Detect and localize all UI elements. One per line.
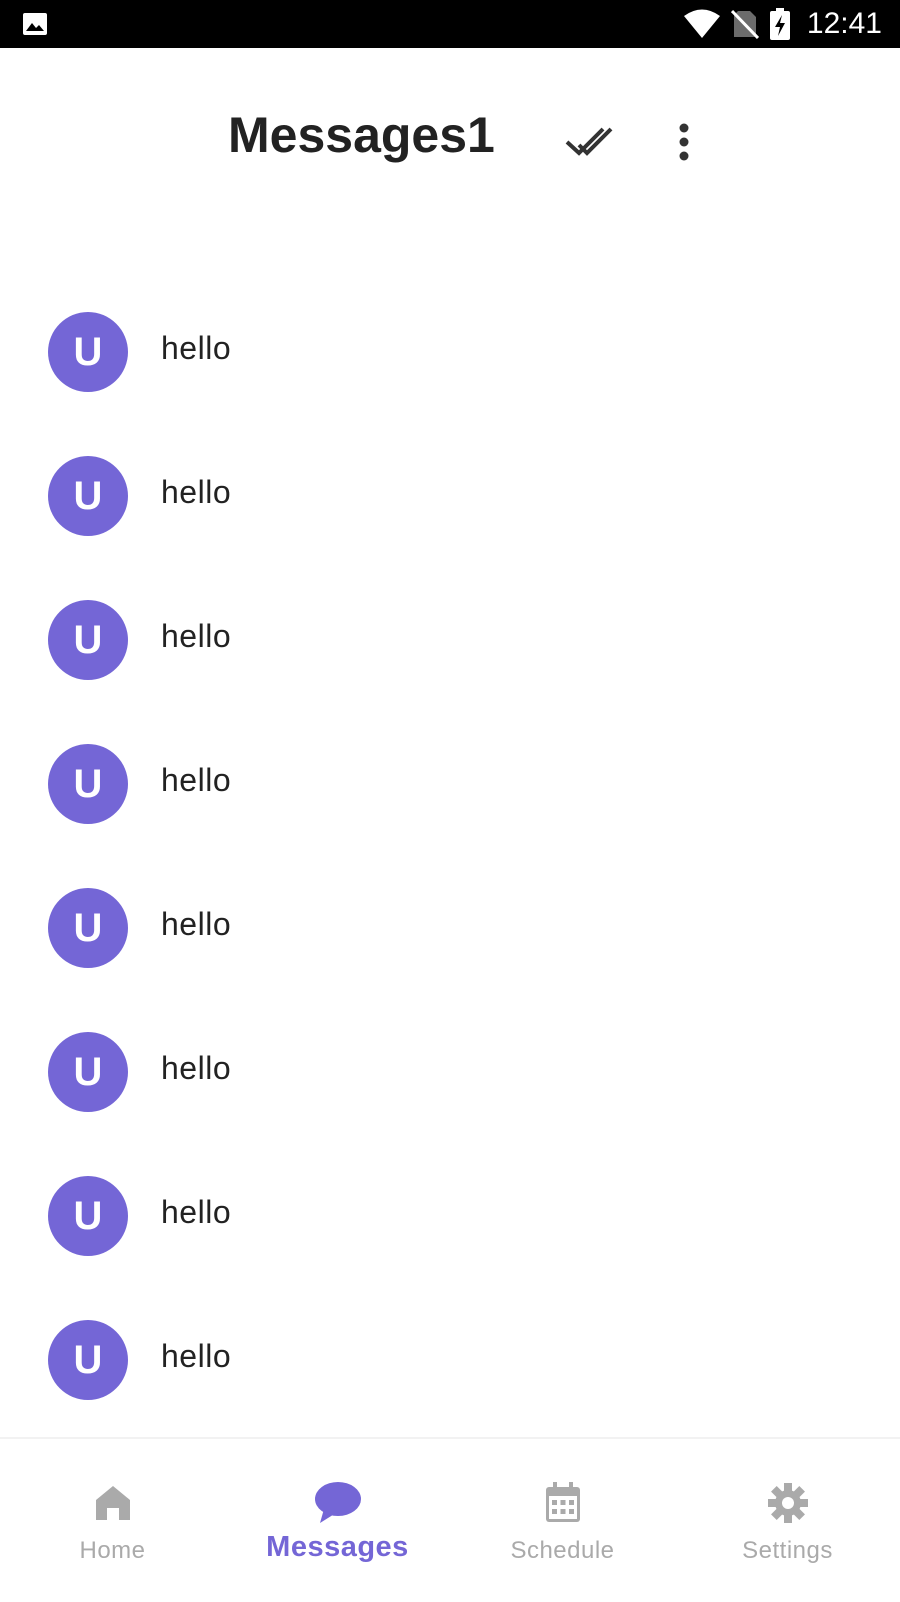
- avatar: U: [48, 312, 128, 392]
- message-text: hello: [161, 330, 232, 366]
- bottom-nav: Home Messages Schedule Settings: [0, 1437, 900, 1600]
- nav-item-settings[interactable]: Settings: [675, 1439, 900, 1602]
- message-list: U hello U hello U hello U hello U hello …: [0, 280, 900, 1432]
- nav-label-home: Home: [79, 1537, 146, 1564]
- message-item[interactable]: U hello: [0, 856, 900, 1000]
- mark-all-read-button[interactable]: [562, 120, 618, 164]
- avatar: U: [48, 1032, 128, 1112]
- status-icons: 12:41: [683, 0, 882, 48]
- home-icon: [95, 1486, 130, 1520]
- image-icon: [23, 13, 47, 35]
- message-item[interactable]: U hello: [0, 568, 900, 712]
- message-text: hello: [161, 474, 232, 510]
- nav-label-schedule: Schedule: [510, 1537, 615, 1564]
- nav-label-settings: Settings: [742, 1537, 833, 1564]
- no-sim-icon: [730, 9, 759, 39]
- page-title: Messages1: [228, 107, 495, 163]
- chat-bubble-icon: [314, 1482, 361, 1523]
- nav-item-schedule[interactable]: Schedule: [450, 1439, 675, 1602]
- wifi-icon: [683, 9, 720, 38]
- double-check-icon: [565, 127, 613, 156]
- avatar: U: [48, 744, 128, 824]
- message-item[interactable]: U hello: [0, 1288, 900, 1432]
- app-bar: Messages1: [0, 48, 900, 238]
- avatar: U: [48, 1320, 128, 1400]
- message-text: hello: [161, 1050, 232, 1086]
- avatar: U: [48, 456, 128, 536]
- avatar: U: [48, 1176, 128, 1256]
- status-bar: 12:41: [0, 0, 900, 48]
- battery-charging-icon: [769, 8, 790, 40]
- message-text: hello: [161, 762, 232, 798]
- gear-icon: [767, 1483, 808, 1523]
- nav-item-messages[interactable]: Messages: [225, 1439, 450, 1602]
- message-text: hello: [161, 618, 232, 654]
- avatar: U: [48, 888, 128, 968]
- calendar-icon: [545, 1482, 580, 1522]
- avatar: U: [48, 600, 128, 680]
- nav-label-messages: Messages: [266, 1531, 409, 1563]
- nav-item-home[interactable]: Home: [0, 1439, 225, 1602]
- message-text: hello: [161, 1194, 232, 1230]
- message-item[interactable]: U hello: [0, 712, 900, 856]
- message-item[interactable]: U hello: [0, 424, 900, 568]
- message-text: hello: [161, 906, 232, 942]
- more-vert-icon: [679, 123, 689, 161]
- message-item[interactable]: U hello: [0, 1000, 900, 1144]
- message-item[interactable]: U hello: [0, 1144, 900, 1288]
- status-time: 12:41: [806, 7, 882, 40]
- message-item[interactable]: U hello: [0, 280, 900, 424]
- message-text: hello: [161, 1338, 232, 1374]
- more-options-button[interactable]: [660, 114, 708, 170]
